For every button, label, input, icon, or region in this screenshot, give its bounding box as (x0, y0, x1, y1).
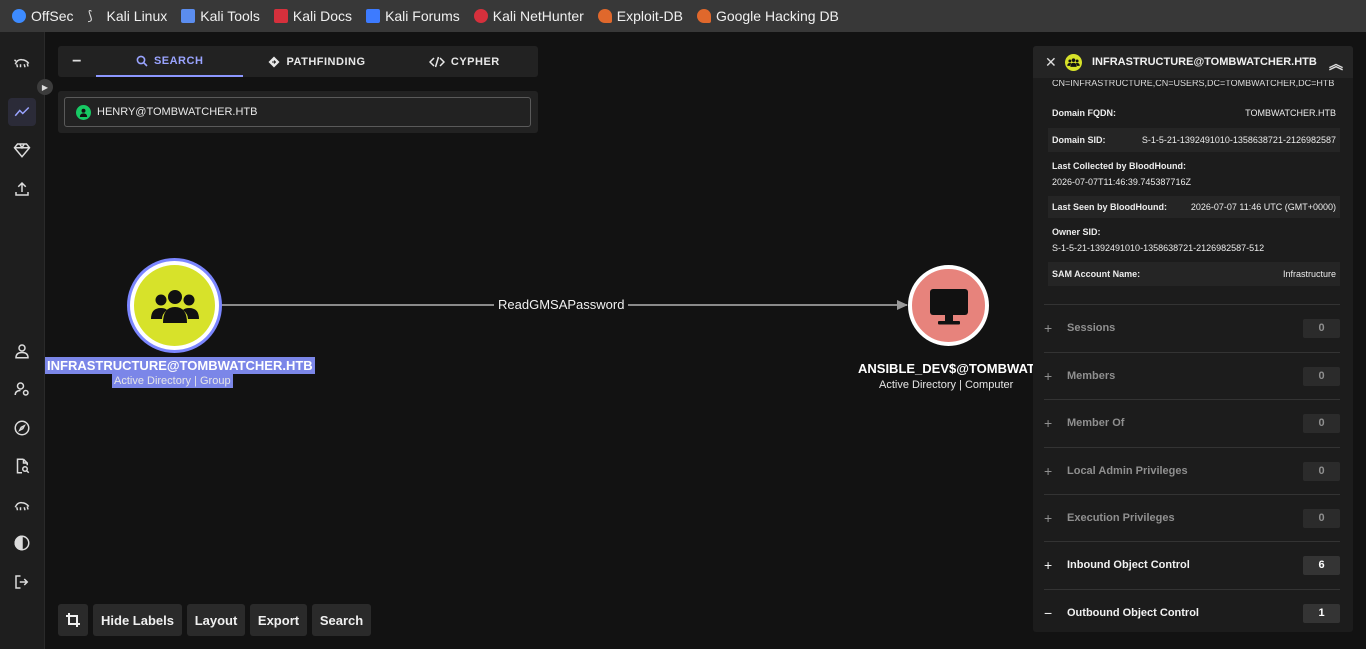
search-icon (136, 55, 148, 67)
target-node-subtitle: Active Directory | Computer (879, 379, 1014, 391)
section-local-admin[interactable]: + Local Admin Privileges 0 (1044, 447, 1340, 494)
property-last-seen: Last Seen by BloodHound: 2026-07-07 11:4… (1048, 196, 1340, 218)
bookmark-label: Google Hacking DB (715, 8, 839, 24)
file-search-icon[interactable] (8, 452, 36, 480)
compass-icon[interactable] (8, 414, 36, 442)
chevron-up-icon[interactable]: ︽ (1329, 54, 1343, 74)
ghdb-icon (696, 9, 711, 23)
diamond-icon (268, 56, 280, 67)
section-members[interactable]: + Members 0 (1044, 352, 1340, 399)
user-icon (76, 104, 91, 120)
expand-nav-button[interactable]: ▶ (37, 79, 53, 95)
left-nav-rail (0, 32, 45, 649)
code-icon (428, 56, 445, 67)
count-badge: 0 (1303, 508, 1340, 528)
group-icon (1065, 53, 1082, 71)
layout-button[interactable]: Layout (187, 604, 245, 636)
edge-label[interactable]: ReadGMSAPassword (494, 297, 629, 312)
bookmark-ghdb[interactable]: Google Hacking DB (696, 8, 839, 24)
target-node-title: ANSIBLE_DEV$@TOMBWAT... (858, 361, 1045, 376)
tab-label: CYPHER (450, 55, 500, 68)
count-badge: 0 (1303, 413, 1340, 433)
source-node-subtitle: Active Directory | Group (112, 374, 233, 388)
bloodhound-icon[interactable] (8, 491, 36, 519)
bookmark-offsec[interactable]: OffSec (12, 8, 74, 24)
kali-forums-icon (366, 9, 381, 23)
property-owner-sid: Owner SID: S-1-5-21-1392491010-135863872… (1052, 227, 1265, 253)
theme-toggle-icon[interactable] (8, 529, 36, 557)
bookmark-kali-forums[interactable]: Kali Forums (366, 8, 460, 24)
upload-icon[interactable] (8, 175, 36, 203)
property-domain-sid: Domain SID: S-1-5-21-1392491010-13586387… (1048, 128, 1340, 152)
section-execution-privileges[interactable]: + Execution Privileges 0 (1044, 494, 1340, 541)
property-domain-fqdn: Domain FQDN: TOMBWATCHER.HTB (1052, 108, 1336, 118)
property-last-collected: Last Collected by BloodHound: 2026-07-07… (1052, 161, 1191, 187)
count-badge: 6 (1303, 555, 1340, 575)
node-search-input[interactable]: HENRY@TOMBWATCHER.HTB (64, 97, 531, 127)
diamond-icon[interactable] (8, 136, 36, 164)
count-badge: 1 (1303, 603, 1340, 623)
close-icon[interactable]: ✕ (1045, 54, 1057, 71)
bookmark-label: Exploit-DB (616, 8, 683, 24)
section-inbound-object-control[interactable]: + Inbound Object Control 6 (1044, 541, 1340, 588)
computer-icon (929, 288, 968, 324)
computer-node[interactable] (908, 265, 989, 346)
bookmark-kali-linux[interactable]: ⟆ Kali Linux (88, 8, 168, 24)
kali-tools-icon (181, 9, 196, 23)
bookmark-label: Kali Linux (106, 8, 168, 24)
exploit-db-icon (597, 9, 612, 23)
source-node-title: INFRASTRUCTURE@TOMBWATCHER.HTB (45, 357, 315, 374)
search-query: HENRY@TOMBWATCHER.HTB (97, 106, 258, 118)
tab-pathfinding[interactable]: PATHFINDING (243, 46, 390, 77)
nethunter-icon (473, 9, 488, 23)
kali-dragon-icon: ⟆ (87, 8, 93, 23)
collapse-search-button[interactable]: − (58, 46, 96, 77)
section-sessions[interactable]: + Sessions 0 (1044, 304, 1340, 351)
bloodhound-logo-icon[interactable] (8, 48, 36, 76)
search-button[interactable]: Search (312, 604, 371, 636)
entity-panel-header: ✕ INFRASTRUCTURE@TOMBWATCHER.HTB ︽ (1033, 46, 1353, 78)
bookmark-kali-docs[interactable]: Kali Docs (273, 8, 353, 24)
tab-label: SEARCH (153, 54, 204, 67)
entity-title: INFRASTRUCTURE@TOMBWATCHER.HTB (1092, 56, 1317, 68)
explore-icon[interactable] (8, 98, 36, 126)
crop-icon (66, 613, 80, 627)
user-settings-icon[interactable] (8, 375, 36, 403)
count-badge: 0 (1303, 318, 1340, 338)
bookmark-exploit-db[interactable]: Exploit-DB (597, 8, 683, 24)
section-outbound-object-control[interactable]: − Outbound Object Control 1 (1044, 589, 1340, 632)
group-node[interactable] (130, 261, 219, 350)
section-member-of[interactable]: + Member Of 0 (1044, 399, 1340, 446)
logout-icon[interactable] (8, 568, 36, 596)
offsec-icon (12, 9, 26, 23)
hide-labels-button[interactable]: Hide Labels (93, 604, 182, 636)
edge-arrowhead (897, 300, 908, 310)
tab-cypher[interactable]: CYPHER (391, 46, 538, 77)
group-icon (150, 289, 199, 323)
entity-info-panel: ✕ INFRASTRUCTURE@TOMBWATCHER.HTB ︽ CN=IN… (1033, 46, 1353, 632)
bookmark-label: Kali NetHunter (492, 8, 584, 24)
bookmark-kali-nethunter[interactable]: Kali NetHunter (473, 8, 584, 24)
count-badge: 0 (1303, 461, 1340, 481)
count-badge: 0 (1303, 366, 1340, 386)
distinguished-name-partial: CN=INFRASTRUCTURE,CN=USERS,DC=TOMBWATCHE… (1052, 80, 1335, 88)
bookmarks-bar: OffSec ⟆ Kali Linux Kali Tools Kali Docs… (0, 0, 1366, 32)
bookmark-label: OffSec (31, 8, 74, 24)
bookmark-kali-tools[interactable]: Kali Tools (181, 8, 260, 24)
kali-docs-icon (273, 9, 288, 23)
tab-label: PATHFINDING (286, 55, 366, 68)
user-icon[interactable] (8, 337, 36, 365)
export-button[interactable]: Export (250, 604, 307, 636)
bookmark-label: Kali Tools (200, 8, 260, 24)
bookmark-label: Kali Docs (292, 8, 353, 24)
crop-button[interactable] (58, 604, 88, 636)
search-box: HENRY@TOMBWATCHER.HTB (58, 91, 538, 133)
bookmark-label: Kali Forums (385, 8, 460, 24)
property-sam-account-name: SAM Account Name: Infrastructure (1048, 262, 1340, 286)
tab-search[interactable]: SEARCH (96, 46, 244, 77)
search-tabs: − SEARCH PATHFINDING CYPHER (58, 46, 538, 77)
